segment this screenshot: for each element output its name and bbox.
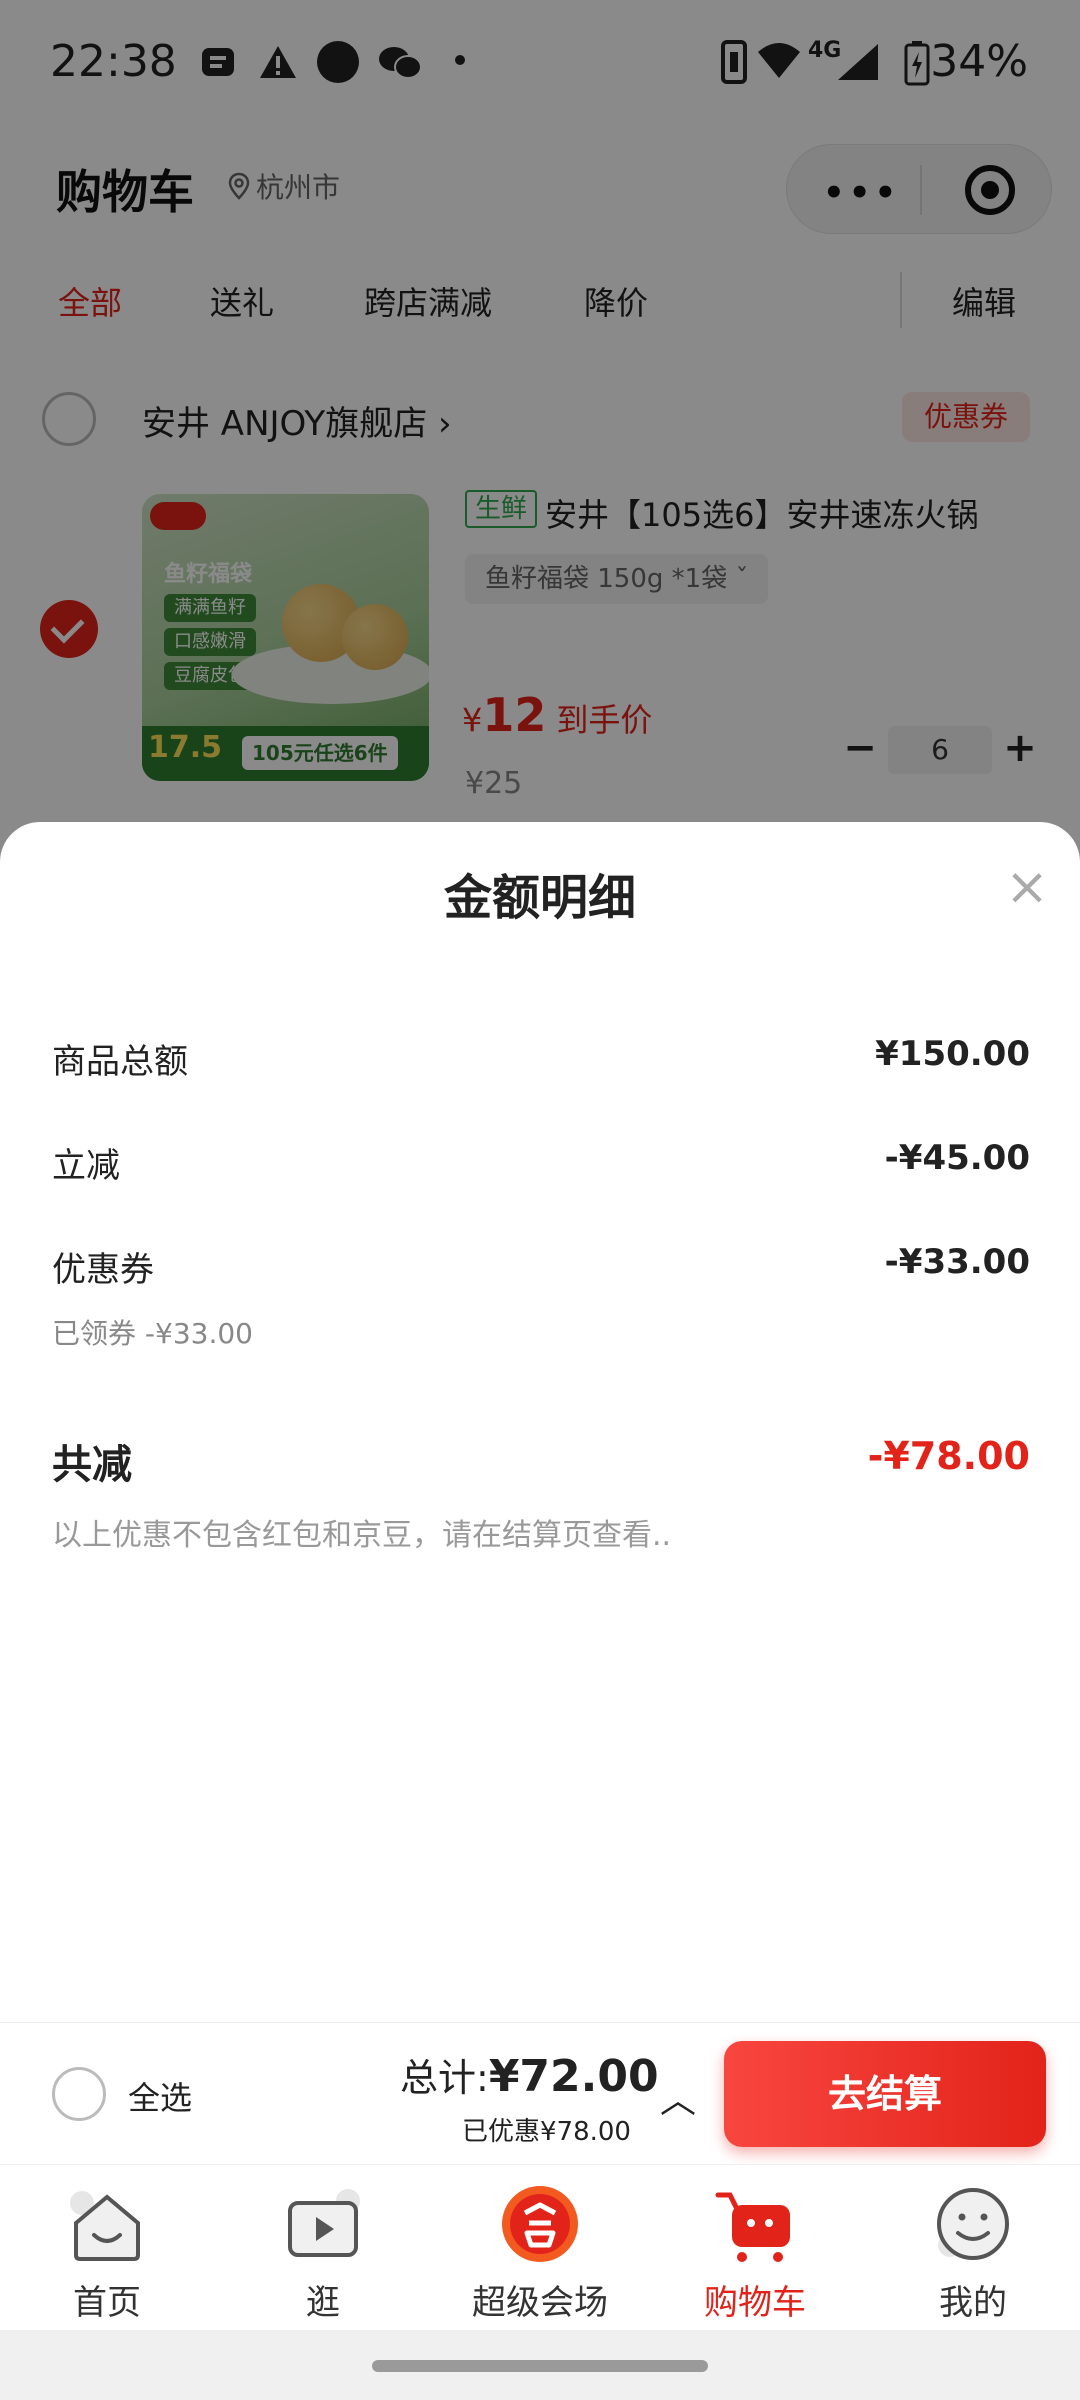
home-indicator[interactable]: [372, 2360, 708, 2372]
discount-note: 以上优惠不包含红包和京豆，请在结算页查看..: [52, 1518, 672, 1553]
gesture-bar-area: [0, 2330, 1080, 2400]
select-all-checkbox[interactable]: [52, 2067, 106, 2121]
coupon-received-note: 已领券 -¥33.00: [52, 1317, 253, 1350]
checkout-button[interactable]: 去结算: [724, 2041, 1046, 2147]
tabbar-item-cart[interactable]: 购物车: [670, 2183, 840, 2323]
close-icon[interactable]: ×: [1002, 861, 1052, 913]
instant-discount-value: -¥45.00: [884, 1138, 1030, 1178]
discount-summary: 已优惠¥78.00: [462, 2117, 631, 2147]
select-all-label[interactable]: 全选: [128, 2073, 192, 2119]
home-icon: [70, 2191, 140, 2261]
total-discount-label: 共减: [52, 1442, 132, 1488]
tabbar-item-home[interactable]: 首页: [22, 2183, 192, 2323]
coupon-value: -¥33.00: [884, 1242, 1030, 1282]
tabbar-label: 超级会场: [472, 2283, 608, 2323]
sheet-title: 金额明细: [443, 870, 636, 926]
profile-icon: [937, 2188, 1009, 2260]
tabbar-label: 首页: [73, 2283, 141, 2323]
chevron-up-icon[interactable]: ︿: [660, 2071, 696, 2123]
cart-icon: [715, 2192, 790, 2262]
subtotal-value: ¥150.00: [875, 1034, 1030, 1074]
coupon-label: 优惠券: [52, 1250, 154, 1290]
tabbar-label: 购物车: [704, 2283, 806, 2323]
subtotal-label: 商品总额: [52, 1042, 188, 1082]
tabbar-item-profile[interactable]: 我的: [888, 2183, 1058, 2323]
super-venue-icon: [502, 2186, 578, 2262]
cart-page-background: 22:38 4G 34% 购物车 杭州市 ••• 全部 送礼 跨店满减 降价 编…: [0, 0, 1080, 900]
tabbar-label: 逛: [306, 2283, 340, 2323]
video-icon: [288, 2189, 360, 2257]
checkout-bar: 全选 总计:¥72.00 已优惠¥78.00 ︿ 去结算: [0, 2022, 1080, 2164]
tabbar-item-browse[interactable]: 逛: [238, 2183, 408, 2323]
tabbar-item-super-venue[interactable]: 超级会场: [455, 2183, 625, 2323]
total-discount-value: -¥78.00: [867, 1434, 1030, 1478]
total-amount: 总计:¥72.00: [400, 2051, 659, 2102]
amount-detail-sheet: 金额明细 × 商品总额 ¥150.00 立减 -¥45.00 优惠券 -¥33.…: [0, 822, 1080, 2022]
instant-discount-label: 立减: [52, 1146, 120, 1186]
modal-overlay[interactable]: [0, 0, 1080, 900]
bottom-tab-bar: 首页 逛 超级会场 购物车 我的: [0, 2164, 1080, 2330]
tabbar-label: 我的: [939, 2283, 1007, 2323]
